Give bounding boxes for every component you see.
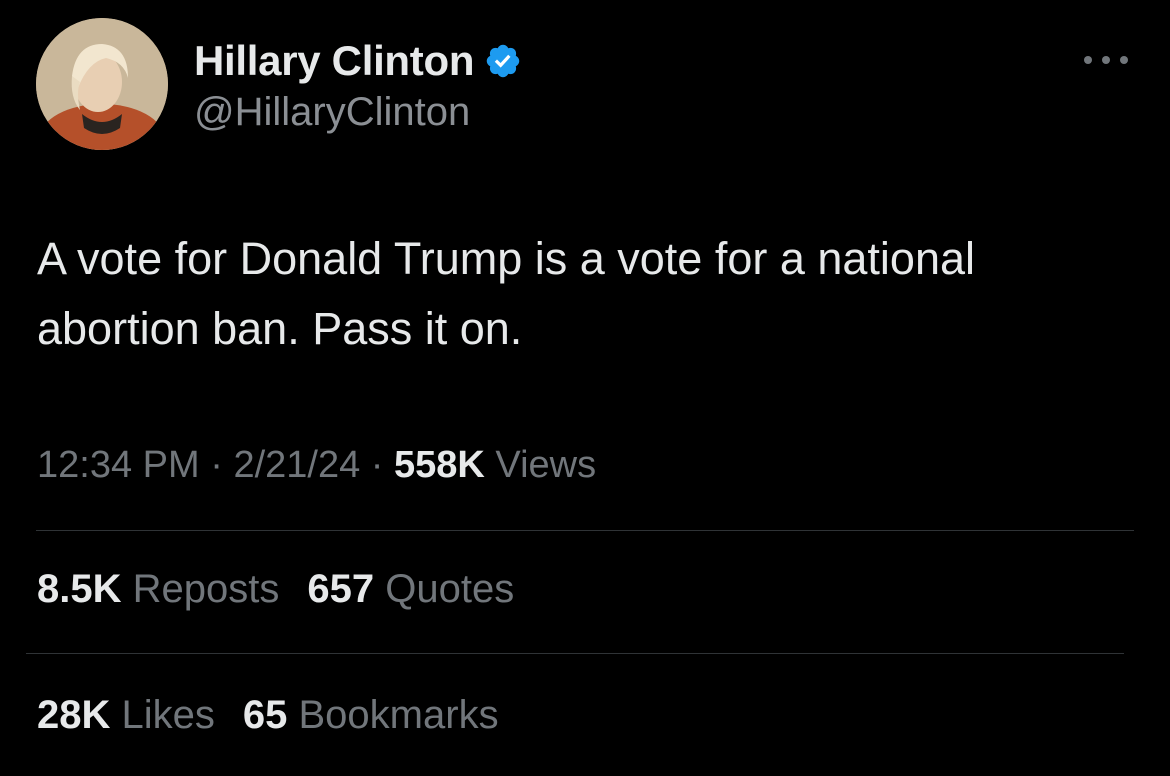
reposts-count: 8.5K: [37, 567, 122, 611]
bookmarks-stat[interactable]: 65 Bookmarks: [243, 693, 499, 738]
dot: [1102, 56, 1110, 64]
display-name[interactable]: Hillary Clinton: [194, 37, 475, 85]
likes-label: Likes: [110, 693, 215, 737]
avatar[interactable]: [36, 18, 168, 150]
dot: [1084, 56, 1092, 64]
views-label: Views: [484, 444, 597, 486]
stats-row-likes-bookmarks: 28K Likes 65 Bookmarks: [37, 693, 499, 738]
tweet-detail: Hillary Clinton @HillaryClinton A vote f…: [0, 0, 1170, 776]
more-options-icon[interactable]: [1084, 50, 1128, 70]
timestamp-time[interactable]: 12:34 PM: [37, 444, 200, 486]
quotes-stat[interactable]: 657 Quotes: [307, 567, 514, 612]
separator: ·: [199, 444, 234, 486]
stats-row-reposts-quotes: 8.5K Reposts 657 Quotes: [37, 567, 514, 612]
timestamp-date[interactable]: 2/21/24: [233, 444, 360, 486]
separator: ·: [360, 444, 395, 486]
divider: [36, 530, 1134, 531]
bookmarks-label: Bookmarks: [287, 693, 499, 737]
views-count[interactable]: 558K: [394, 444, 485, 486]
likes-count: 28K: [37, 693, 111, 737]
avatar-photo: [36, 18, 168, 150]
author-info: Hillary Clinton @HillaryClinton: [194, 36, 522, 135]
name-row: Hillary Clinton: [194, 36, 522, 86]
likes-stat[interactable]: 28K Likes: [37, 693, 215, 738]
quotes-label: Quotes: [374, 567, 515, 611]
quotes-count: 657: [307, 567, 375, 611]
verified-badge-icon[interactable]: [484, 42, 522, 80]
reposts-label: Reposts: [121, 567, 280, 611]
bookmarks-count: 65: [242, 693, 288, 737]
reposts-stat[interactable]: 8.5K Reposts: [37, 567, 279, 612]
divider: [26, 653, 1124, 654]
handle[interactable]: @HillaryClinton: [194, 90, 522, 135]
dot: [1120, 56, 1128, 64]
tweet-text: A vote for Donald Trump is a vote for a …: [37, 233, 976, 354]
tweet-meta: 12:34 PM · 2/21/24 · 558K Views: [37, 444, 596, 487]
